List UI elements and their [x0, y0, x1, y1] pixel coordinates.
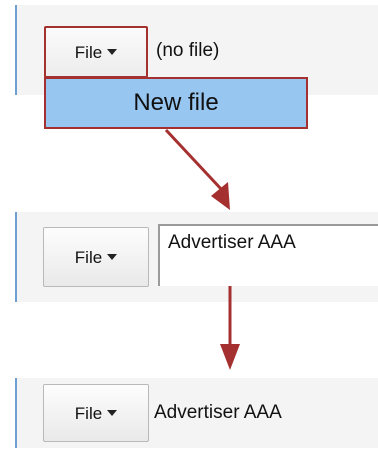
arrow-down-icon [164, 128, 230, 210]
arrow-down-icon [220, 286, 240, 370]
flow-arrows [164, 128, 240, 370]
workflow-illustration: File (no file) New file File Advertiser … [0, 0, 378, 449]
